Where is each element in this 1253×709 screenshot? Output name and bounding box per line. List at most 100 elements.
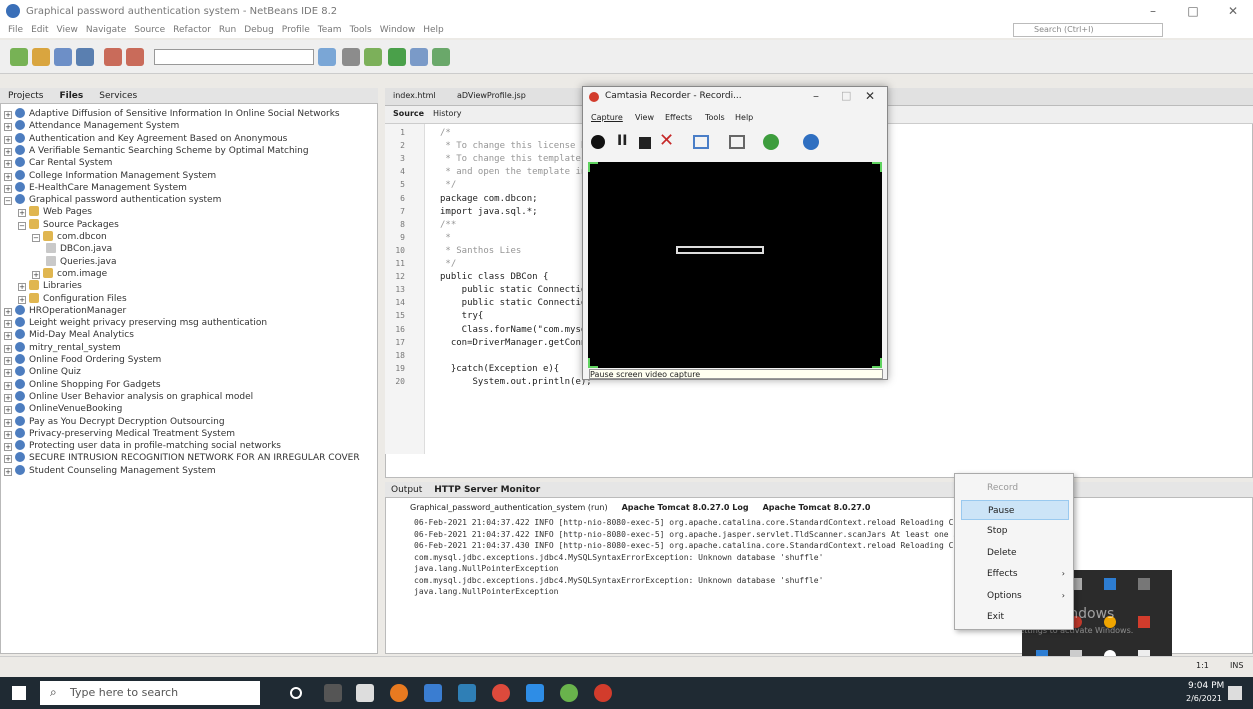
tree-item[interactable]: + College Information Management System (4, 169, 216, 182)
http-monitor-tab[interactable]: HTTP Server Monitor (428, 485, 546, 495)
delete-icon[interactable]: ✕ (659, 130, 674, 151)
tab-source[interactable]: Source (393, 109, 424, 118)
camtasia-menu-capture[interactable]: Capture (591, 113, 623, 122)
code-line[interactable]: System.out.println(e); (440, 377, 592, 387)
tree-item[interactable]: + Online User Behavior analysis on graphi… (4, 390, 253, 403)
expand-toggle-icon[interactable]: + (4, 406, 12, 415)
screen-region-icon[interactable] (693, 135, 709, 149)
new-file-icon[interactable] (10, 48, 28, 66)
menu-file[interactable]: File (8, 25, 23, 35)
tree-item[interactable]: − Source Packages (18, 218, 119, 231)
record-icon[interactable] (591, 135, 605, 149)
menu-profile[interactable]: Profile (282, 25, 310, 35)
taskbar-app-icon[interactable] (424, 684, 442, 702)
expand-toggle-icon[interactable]: + (4, 172, 12, 181)
code-line[interactable]: */ (440, 259, 456, 269)
code-line[interactable]: * (440, 233, 450, 243)
tab-history[interactable]: History (433, 109, 461, 118)
tray-icon[interactable] (1138, 616, 1150, 628)
tree-item[interactable]: + Configuration Files (18, 292, 127, 305)
notification-icon[interactable] (1228, 686, 1242, 700)
taskbar-app-icon[interactable] (560, 684, 578, 702)
code-line[interactable]: /** (440, 220, 456, 230)
tab-index-html[interactable]: index.html (393, 91, 436, 100)
menu-debug[interactable]: Debug (244, 25, 274, 35)
tree-item[interactable]: + Adaptive Diffusion of Sensitive Informa… (4, 108, 340, 120)
close-button[interactable]: ✕ (1213, 2, 1253, 20)
tree-item[interactable]: + Mid-Day Meal Analytics (4, 329, 134, 341)
tree-item[interactable]: + A Verifiable Semantic Searching Scheme … (4, 144, 309, 157)
clean-build-icon[interactable] (364, 48, 382, 66)
audio-icon[interactable] (763, 134, 779, 150)
settings-icon[interactable] (318, 48, 336, 66)
pause-icon[interactable]: II (617, 133, 627, 149)
code-line[interactable]: /* (440, 128, 451, 138)
save-all-icon[interactable] (76, 48, 94, 66)
tree-item[interactable]: + Car Rental System (4, 157, 112, 169)
undo-icon[interactable] (104, 48, 122, 66)
menu-window[interactable]: Window (380, 25, 416, 35)
code-line[interactable]: package com.dbcon; (440, 194, 538, 204)
minimize-button[interactable]: – (1133, 2, 1173, 20)
search-input[interactable]: Search (Ctrl+I) (1013, 23, 1163, 37)
expand-toggle-icon[interactable]: + (4, 344, 12, 353)
output-subtab-run[interactable]: Graphical_password_authentication_system… (410, 503, 608, 512)
expand-toggle-icon[interactable]: + (4, 147, 12, 156)
expand-toggle-icon[interactable]: + (18, 209, 26, 218)
taskbar-app-icon[interactable] (458, 684, 476, 702)
expand-toggle-icon[interactable]: + (4, 123, 12, 132)
help-icon[interactable] (803, 134, 819, 150)
tree-item[interactable]: + com.image (32, 267, 107, 280)
expand-toggle-icon[interactable]: + (4, 467, 12, 476)
tree-item[interactable]: − Graphical password authentication syste… (4, 194, 221, 206)
menu-source[interactable]: Source (134, 25, 165, 35)
camtasia-menu-effects[interactable]: Effects (665, 113, 692, 122)
tab-adviewprofile[interactable]: aDViewProfile.jsp (457, 91, 526, 100)
tree-item[interactable]: Queries.java (46, 255, 116, 268)
run-icon[interactable] (388, 48, 406, 66)
tree-item[interactable]: + Pay as You Decrypt Decryption Outsourci… (4, 415, 225, 428)
tree-item[interactable]: + Libraries (18, 280, 82, 292)
expand-toggle-icon[interactable]: + (4, 357, 12, 365)
expand-toggle-icon[interactable]: + (4, 430, 12, 439)
camtasia-menu-view[interactable]: View (635, 113, 654, 122)
expand-toggle-icon[interactable]: + (4, 111, 12, 119)
tree-item[interactable]: + mitry_rental_system (4, 341, 121, 354)
code-line[interactable]: public class DBCon { (440, 272, 548, 282)
context-menu-item-record[interactable]: Record (961, 478, 1069, 498)
camtasia-menu-help[interactable]: Help (735, 113, 753, 122)
expand-toggle-icon[interactable]: + (18, 295, 26, 304)
tree-item[interactable]: DBCon.java (46, 243, 112, 255)
tree-item[interactable]: + E-HealthCare Management System (4, 181, 187, 194)
maximize-button[interactable]: □ (1173, 2, 1213, 20)
menu-help[interactable]: Help (423, 25, 444, 35)
camtasia-menu-tools[interactable]: Tools (705, 113, 725, 122)
open-project-icon[interactable] (54, 48, 72, 66)
tree-item[interactable]: + Web Pages (18, 206, 92, 218)
context-menu-item-delete[interactable]: Delete (961, 543, 1069, 563)
expand-toggle-icon[interactable]: + (4, 135, 12, 144)
expand-toggle-icon[interactable]: + (4, 320, 12, 329)
tab-files[interactable]: Files (51, 91, 91, 101)
tree-item[interactable]: + Student Counseling Management System (4, 464, 216, 477)
cortana-icon[interactable] (290, 687, 302, 699)
bluetooth-icon[interactable] (1104, 578, 1116, 590)
tab-services[interactable]: Services (91, 91, 145, 101)
tab-projects[interactable]: Projects (0, 91, 51, 101)
context-menu-item-effects[interactable]: Effects (961, 564, 1069, 584)
tree-item[interactable]: + Protecting user data in profile-matchin… (4, 440, 281, 452)
tree-item[interactable]: + Online Food Ordering System (4, 354, 161, 366)
webcam-icon[interactable] (729, 135, 745, 149)
tree-item[interactable]: + Online Quiz (4, 366, 81, 378)
context-menu-item-stop[interactable]: Stop (961, 521, 1069, 541)
menu-view[interactable]: View (57, 25, 78, 35)
tree-item[interactable]: + Authentication and Key Agreement Based … (4, 132, 287, 145)
camtasia-taskbar-icon[interactable] (594, 684, 612, 702)
code-line[interactable]: try{ (440, 311, 484, 321)
config-select[interactable] (154, 49, 314, 65)
tree-item[interactable]: + Leight weight privacy preserving msg au… (4, 317, 267, 329)
expand-toggle-icon[interactable]: − (18, 221, 26, 230)
expand-toggle-icon[interactable]: + (4, 418, 12, 427)
expand-toggle-icon[interactable]: + (4, 332, 12, 341)
tree-item[interactable]: + Attendance Management System (4, 120, 179, 132)
